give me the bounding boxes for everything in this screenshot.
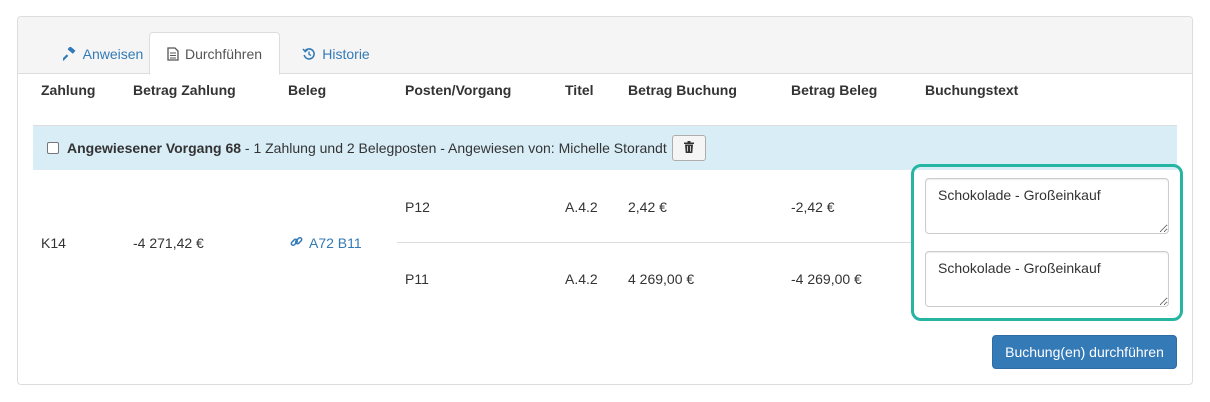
history-icon [302, 47, 316, 61]
row1-betrag-beleg: -2,42 € [791, 199, 835, 215]
receipt-link[interactable]: A72 B11 [290, 235, 362, 251]
payment-id: K14 [41, 235, 66, 251]
tab-historie-label: Historie [322, 45, 370, 62]
trash-icon [683, 140, 694, 156]
col-header-zahlung: Zahlung [41, 82, 96, 98]
receipt-label: A72 B11 [309, 235, 362, 251]
row2-posten: P11 [405, 271, 429, 287]
row2-betrag-buchung: 4 269,00 € [628, 271, 695, 287]
row2-buchungstext-input[interactable]: Schokolade - Großeinkauf [925, 251, 1169, 307]
tab-anweisen-label: Anweisen [82, 45, 144, 62]
col-header-buchungstext: Buchungstext [925, 82, 1019, 98]
group-title: Angewiesener Vorgang 68 [67, 140, 242, 156]
group-checkbox[interactable] [47, 142, 59, 154]
row1-posten: P12 [405, 199, 430, 215]
gavel-icon [62, 46, 77, 61]
submit-booking-button[interactable]: Buchung(en) durchführen [992, 335, 1177, 369]
payment-amount: -4 271,42 € [133, 235, 204, 251]
row-divider [397, 242, 913, 243]
tab-durchfuehren-label: Durchführen [184, 45, 263, 62]
delete-button[interactable] [671, 135, 706, 161]
tab-bar: Anweisen Durchführen Historie [18, 17, 1192, 75]
col-header-betrag-beleg: Betrag Beleg [791, 82, 878, 98]
link-icon [290, 235, 303, 251]
group-summary: - 1 Zahlung und 2 Belegposten - Angewies… [241, 140, 667, 156]
tab-durchfuehren[interactable]: Durchführen [149, 32, 280, 75]
col-header-posten: Posten/Vorgang [405, 82, 512, 98]
row1-buchungstext-input[interactable]: Schokolade - Großeinkauf [925, 178, 1169, 234]
tab-historie[interactable]: Historie [286, 32, 386, 75]
document-icon [167, 46, 179, 61]
row1-titel: A.4.2 [565, 199, 598, 215]
col-header-beleg: Beleg [288, 82, 327, 98]
row2-betrag-beleg: -4 269,00 € [791, 271, 862, 287]
col-header-betrag-zahlung: Betrag Zahlung [133, 82, 236, 98]
row1-betrag-buchung: 2,42 € [628, 199, 667, 215]
row2-titel: A.4.2 [565, 271, 598, 287]
col-header-titel: Titel [565, 82, 594, 98]
col-header-betrag-buchung: Betrag Buchung [628, 82, 737, 98]
